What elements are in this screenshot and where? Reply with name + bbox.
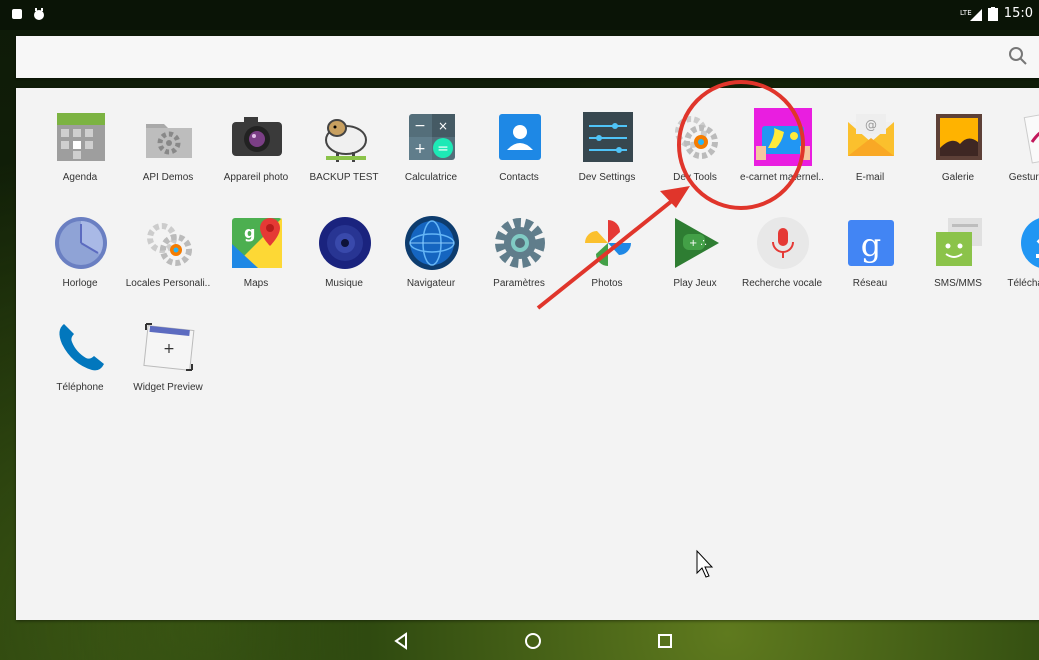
android-debug-icon	[34, 8, 44, 20]
app-e-mail[interactable]: @ E-mail	[823, 108, 917, 203]
app-appareil-photo[interactable]: Appareil photo	[209, 108, 303, 203]
agenda-icon	[57, 113, 105, 161]
svg-text:×: ×	[438, 119, 448, 133]
status-time: 15:0	[1003, 6, 1033, 21]
back-icon[interactable]	[390, 630, 412, 652]
app-widget-preview[interactable]: + Widget Preview	[121, 318, 215, 413]
app-drawer: Agenda API Demos Appareil photo BACKUP TEST…	[16, 88, 1039, 620]
navigation-bar	[0, 620, 1039, 660]
svg-text:+ ∴: + ∴	[689, 238, 707, 249]
signal-icon: LTE	[960, 8, 982, 21]
e-carnet-icon	[754, 108, 812, 166]
svg-text:g: g	[244, 223, 255, 242]
locale-gears-icon	[147, 223, 192, 266]
app-search-bar[interactable]	[16, 36, 1039, 78]
app-musique[interactable]: Musique	[297, 214, 391, 309]
app-contacts[interactable]: Contacts	[472, 108, 566, 203]
app-play-jeux[interactable]: + ∴ Play Jeux	[648, 214, 742, 309]
svg-text:g: g	[861, 226, 881, 264]
recents-icon[interactable]	[654, 630, 676, 652]
settings-gear-icon	[495, 218, 545, 268]
app-téléchargements[interactable]: Téléchargements	[999, 214, 1039, 309]
app-maps[interactable]: g Maps	[209, 214, 303, 309]
contacts-icon	[499, 114, 541, 160]
photos-pinwheel-icon	[585, 220, 631, 266]
download-icon	[1021, 218, 1039, 268]
app-dev-settings[interactable]: Dev Settings	[560, 108, 654, 203]
app-navigateur[interactable]: Navigateur	[384, 214, 478, 309]
app-label: Gestures Builder	[1008, 172, 1039, 183]
svg-text:LTE: LTE	[960, 9, 972, 17]
calculator-icon: − × + =	[409, 114, 455, 160]
app-api-demos[interactable]: API Demos	[121, 108, 215, 203]
camera-icon	[232, 117, 282, 156]
folder-gear-icon	[146, 124, 192, 158]
gestures-icon	[1023, 110, 1039, 164]
svg-text:@: @	[865, 118, 877, 132]
app-label: Widget Preview	[133, 382, 203, 393]
google-g-icon: g	[848, 220, 894, 266]
globe-icon	[405, 216, 459, 270]
phone-icon	[59, 324, 104, 371]
app-galerie[interactable]: Galerie	[911, 108, 1005, 203]
svg-text:+: +	[414, 141, 426, 157]
status-bar: LTE 15:0	[0, 0, 1039, 30]
svg-text:+: +	[163, 341, 175, 357]
notification-icon	[12, 9, 22, 19]
app-réseau[interactable]: g Réseau	[823, 214, 917, 309]
app-dev-tools[interactable]: Dev Tools	[648, 108, 742, 203]
app-gestures-builder[interactable]: Gestures Builder	[999, 108, 1039, 203]
sheep-icon	[325, 119, 367, 162]
microphone-icon	[757, 217, 809, 269]
svg-text:−: −	[414, 118, 426, 134]
messaging-icon	[936, 218, 982, 266]
widget-preview-icon: +	[143, 323, 195, 371]
music-icon	[319, 217, 371, 269]
gallery-icon	[936, 114, 982, 160]
clock-icon	[55, 217, 107, 269]
search-icon[interactable]	[1008, 46, 1028, 66]
app-sms-mms[interactable]: SMS/MMS	[911, 214, 1005, 309]
dev-tools-icon	[675, 116, 718, 159]
app-photos[interactable]: Photos	[560, 214, 654, 309]
app-paramètres[interactable]: Paramètres	[472, 214, 566, 309]
battery-icon	[987, 6, 998, 21]
home-icon[interactable]	[522, 630, 544, 652]
app-locales-personali[interactable]: Locales Personali..	[121, 214, 215, 309]
app-label: Téléchargements	[1007, 278, 1039, 289]
app-horloge[interactable]: Horloge	[33, 214, 127, 309]
maps-icon: g	[232, 218, 282, 268]
app-e-carnet-maternel[interactable]: e-carnet maternel..	[735, 108, 829, 203]
app-calculatrice[interactable]: − × + = Calculatrice	[384, 108, 478, 203]
play-games-icon: + ∴	[675, 218, 719, 268]
email-icon: @	[848, 114, 894, 156]
app-backup-test[interactable]: BACKUP TEST	[297, 108, 391, 203]
dev-settings-icon	[583, 112, 633, 162]
app-téléphone[interactable]: Téléphone	[33, 318, 127, 413]
app-recherche-vocale[interactable]: Recherche vocale	[735, 214, 829, 309]
svg-text:=: =	[437, 141, 449, 157]
app-agenda[interactable]: Agenda	[33, 108, 127, 203]
